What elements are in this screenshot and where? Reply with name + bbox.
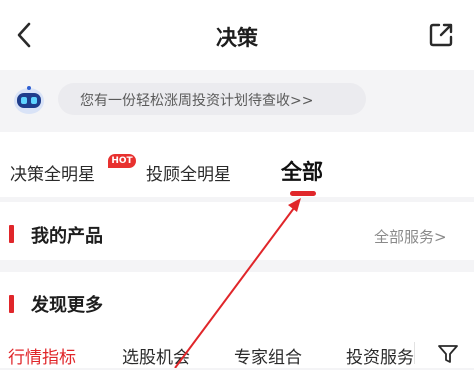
my-products-title: 我的产品 <box>31 226 103 247</box>
category-tab-market-indicators[interactable]: 行情指标 <box>8 343 76 368</box>
category-divider <box>414 342 415 364</box>
page-title: 决策 <box>216 26 258 50</box>
share-external-icon <box>429 23 453 47</box>
filter-funnel-icon <box>438 345 458 363</box>
robot-assistant-icon[interactable] <box>12 84 46 116</box>
notice-text[interactable]: 您有一份轻松涨周投资计划待查收>> <box>80 90 313 110</box>
hot-badge: HOT <box>108 154 136 168</box>
category-tab-expert-portfolios[interactable]: 专家组合 <box>234 343 302 368</box>
all-services-link[interactable]: 全部服务> <box>374 226 447 247</box>
category-tab-investment-services[interactable]: 投资服务 <box>346 343 414 368</box>
tab-decision-allstar[interactable]: 决策全明星 <box>10 160 95 185</box>
share-button[interactable] <box>426 20 456 50</box>
tab-all[interactable]: 全部 <box>281 156 323 186</box>
tab-advisor-allstar[interactable]: 投顾全明星 <box>146 160 231 185</box>
active-tab-indicator <box>290 191 316 196</box>
section-accent-bar <box>9 295 14 313</box>
discover-title: 发现更多 <box>31 295 103 316</box>
section-accent-bar <box>9 225 14 243</box>
category-tab-stock-picks[interactable]: 选股机会 <box>122 343 190 368</box>
filter-button[interactable] <box>436 342 460 366</box>
